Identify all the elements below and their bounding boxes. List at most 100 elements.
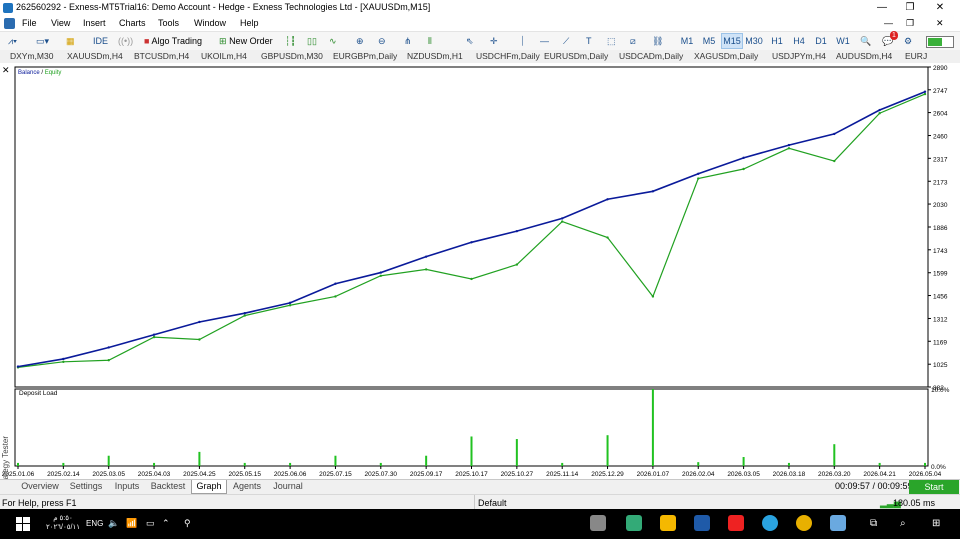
taskbar-clock[interactable]: ٥:٥٠ م ٢٠٢٦/٠٥/١١: [44, 514, 82, 532]
timeframe-d1[interactable]: D1: [811, 33, 831, 49]
line-chart-icon[interactable]: ∿: [329, 33, 337, 49]
notifications-icon[interactable]: 💬 1: [882, 31, 898, 49]
crosshair-icon[interactable]: ✛: [490, 33, 498, 49]
symbol-tab[interactable]: BTCUSDm,H4: [134, 50, 189, 62]
menu-window[interactable]: Window: [194, 17, 226, 30]
tab-overview[interactable]: Overview: [18, 480, 62, 493]
horizontal-line-icon[interactable]: —: [540, 33, 549, 49]
timeframe-m5[interactable]: M5: [699, 33, 719, 49]
channel-icon[interactable]: ⧄: [630, 33, 636, 49]
search-icon[interactable]: 🔍: [860, 33, 871, 49]
trend-line-icon[interactable]: ⟋: [563, 33, 569, 49]
photos-taskbar-icon[interactable]: [830, 515, 846, 531]
menu-insert[interactable]: Insert: [83, 17, 106, 30]
maximize-button[interactable]: ❐: [896, 0, 924, 16]
tab-settings[interactable]: Settings: [65, 480, 107, 493]
menu-help[interactable]: Help: [240, 17, 259, 30]
symbol-tab[interactable]: USDJPYm,H4: [772, 50, 826, 62]
chrome-taskbar-icon[interactable]: [796, 515, 812, 531]
volume-icon[interactable]: 🔈: [108, 518, 119, 529]
word-taskbar-icon[interactable]: [694, 515, 710, 531]
youtube-taskbar-icon[interactable]: [728, 515, 744, 531]
battery-icon: [926, 36, 954, 48]
symbol-tab[interactable]: USDCHFm,Daily: [476, 50, 540, 62]
inner-restore-button[interactable]: ❐: [906, 17, 914, 30]
symbol-tab[interactable]: UKOILm,H4: [201, 50, 247, 62]
timeframe-m1[interactable]: M1: [677, 33, 697, 49]
vertical-line-icon[interactable]: ⏐: [520, 33, 525, 49]
taskbar-app-icon[interactable]: [590, 515, 606, 531]
profiles-icon[interactable]: ▦: [66, 33, 75, 49]
notes-taskbar-icon[interactable]: [660, 515, 676, 531]
symbol-tab[interactable]: GBPUSDm,M30: [261, 50, 323, 62]
algo-trading-button[interactable]: ■ Algo Trading: [144, 33, 202, 49]
stop-icon: ■: [144, 36, 150, 46]
language-indicator[interactable]: ENG: [86, 519, 103, 528]
menu-view[interactable]: View: [51, 17, 70, 30]
minimize-button[interactable]: —: [868, 0, 896, 16]
tab-backtest[interactable]: Backtest: [147, 480, 189, 493]
menu-charts[interactable]: Charts: [119, 17, 146, 30]
people-icon[interactable]: ⚲: [184, 518, 191, 529]
tab-graph[interactable]: Graph: [191, 480, 227, 494]
signal-icon[interactable]: ((•)): [118, 33, 133, 49]
inner-close-button[interactable]: ✕: [936, 17, 944, 30]
start-menu-icon[interactable]: [16, 517, 30, 531]
menu-tools[interactable]: Tools: [158, 17, 179, 30]
symbol-tab[interactable]: DXYm,M30: [10, 50, 53, 62]
cursor-icon[interactable]: ⇖: [466, 33, 474, 49]
tab-agents[interactable]: Agents: [229, 480, 265, 493]
bar-chart-icon[interactable]: ┆┇: [285, 33, 296, 49]
data-point-equity: [243, 314, 246, 317]
y-tick-label: 1456: [933, 294, 948, 301]
text-tool-icon[interactable]: T: [586, 33, 592, 49]
zoom-out-icon[interactable]: ⊖: [378, 33, 386, 49]
symbol-tab[interactable]: EURJ: [905, 50, 927, 62]
chevron-up-icon[interactable]: ⌃: [162, 518, 170, 529]
settings-icon[interactable]: ⚙: [904, 33, 912, 49]
symbol-tab[interactable]: AUDUSDm,H4: [836, 50, 892, 62]
x-tick-label: 2025.11.14: [546, 471, 578, 478]
shapes-icon[interactable]: ⬚: [607, 33, 616, 49]
tab-journal[interactable]: Journal: [269, 480, 307, 493]
battery-tray-icon[interactable]: ▭: [146, 518, 155, 529]
task-view-icon[interactable]: ⧉: [870, 518, 877, 529]
window-title: 262560292 - Exness-MT5Trial16: Demo Acco…: [16, 2, 431, 12]
chart-shift-icon[interactable]: ⫴: [428, 33, 432, 49]
symbol-tab[interactable]: EURUSDm,Daily: [544, 50, 608, 62]
data-point-equity: [198, 338, 201, 341]
close-button[interactable]: ✕: [926, 0, 954, 16]
telegram-taskbar-icon[interactable]: [762, 515, 778, 531]
timeframe-h1[interactable]: H1: [767, 33, 787, 49]
data-point-equity: [288, 304, 292, 307]
y-tick-label: 2460: [933, 134, 948, 141]
network-icon[interactable]: 📶: [126, 518, 137, 529]
mt5-taskbar-icon[interactable]: [626, 515, 642, 531]
timeframe-m15[interactable]: M15: [721, 33, 743, 49]
menu-file[interactable]: File: [22, 17, 37, 30]
objects-icon[interactable]: ⛓: [652, 33, 663, 49]
symbol-tab[interactable]: USDCADm,Daily: [619, 50, 683, 62]
data-point-equity: [152, 335, 156, 339]
symbol-tab[interactable]: EURGBPm,Daily: [333, 50, 397, 62]
timeframe-m30[interactable]: M30: [744, 33, 764, 49]
inner-minimize-button[interactable]: —: [884, 17, 893, 30]
tile-windows-icon[interactable]: ⋔: [404, 33, 412, 49]
new-order-button[interactable]: ⊞ New Order: [219, 33, 273, 49]
windows-search-icon[interactable]: ⊞: [932, 518, 940, 529]
search-taskbar-icon[interactable]: ⌕: [900, 518, 906, 529]
candles-icon[interactable]: ▯▯: [307, 33, 317, 49]
symbol-tab[interactable]: NZDUSDm,H1: [407, 50, 463, 62]
zoom-in-icon[interactable]: ⊕: [356, 33, 364, 49]
start-button[interactable]: Start: [909, 480, 959, 494]
timeframe-h4[interactable]: H4: [789, 33, 809, 49]
x-tick-label: 2025.10.17: [455, 471, 488, 478]
templates-icon[interactable]: ▭▾: [36, 33, 49, 49]
close-tester-icon[interactable]: ✕: [2, 65, 10, 76]
symbol-tab[interactable]: XAUUSDm,H4: [67, 50, 123, 62]
tab-inputs[interactable]: Inputs: [110, 480, 144, 493]
chart-type-icon[interactable]: ⩘▾: [8, 33, 17, 49]
symbol-tab[interactable]: XAGUSDm,Daily: [694, 50, 758, 62]
ide-button[interactable]: IDE: [93, 33, 108, 49]
timeframe-w1[interactable]: W1: [833, 33, 853, 49]
